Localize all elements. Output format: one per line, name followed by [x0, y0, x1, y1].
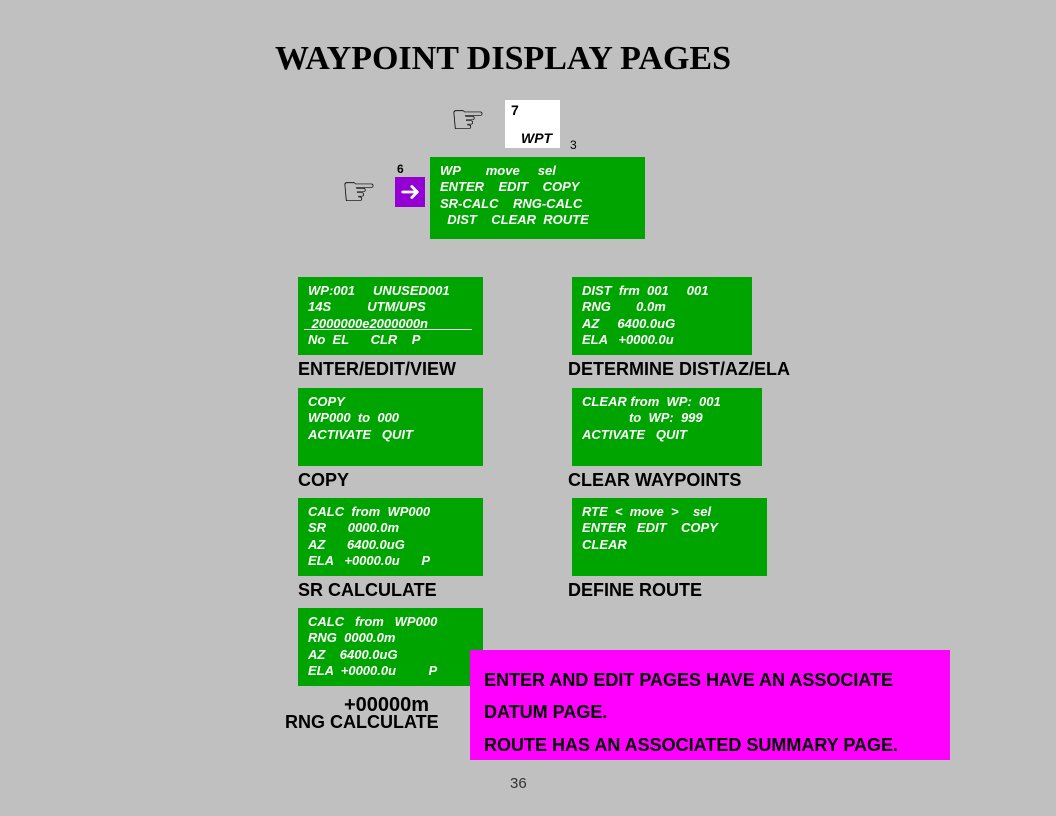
wpt-label: WPT: [521, 130, 552, 146]
panel-line: CALC from WP000: [308, 504, 473, 520]
menu-line: DIST CLEAR ROUTE: [440, 212, 635, 228]
note-line: ENTER AND EDIT PAGES HAVE AN ASSOCIATE: [484, 664, 936, 696]
menu-line: ENTER EDIT COPY: [440, 179, 635, 195]
panel-line: WP000 to 000: [308, 410, 473, 426]
enter-edit-caption: ENTER/EDIT/VIEW: [298, 359, 456, 380]
route-caption: DEFINE ROUTE: [568, 580, 702, 601]
wpt-digit: 7: [511, 102, 519, 118]
panel-line: RTE < move > sel: [582, 504, 757, 520]
enter-edit-panel: WP:001 UNUSED001 14S UTM/UPS 2000000e200…: [298, 277, 483, 355]
rng-calc-panel: CALC from WP000 RNG 0000.0m AZ 6400.0uG …: [298, 608, 483, 686]
panel-line: ELA +0000.0u P: [308, 553, 473, 569]
wp-menu-panel: WP move sel ENTER EDIT COPY SR-CALC RNG-…: [430, 157, 645, 239]
menu-line: SR-CALC RNG-CALC: [440, 196, 635, 212]
wpt-side-digit: 3: [570, 138, 577, 152]
menu-line: WP move sel: [440, 163, 635, 179]
panel-line: to WP: 999: [582, 410, 752, 426]
panel-line: 14S UTM/UPS: [308, 299, 473, 315]
note-box: ENTER AND EDIT PAGES HAVE AN ASSOCIATE D…: [470, 650, 950, 760]
sr-calc-caption: SR CALCULATE: [298, 580, 437, 601]
panel-line: AZ 6400.0uG: [308, 537, 473, 553]
panel-line: AZ 6400.0uG: [308, 647, 473, 663]
note-line: DATUM PAGE.: [484, 696, 936, 728]
wpt-key-box: 7 WPT: [505, 100, 560, 148]
clear-panel: CLEAR from WP: 001 to WP: 999 ACTIVATE Q…: [572, 388, 762, 466]
panel-line: COPY: [308, 394, 473, 410]
elevation-overlay: +00000m: [344, 694, 429, 717]
panel-line: CLEAR: [582, 537, 757, 553]
enter-key-digit: 6: [397, 162, 404, 176]
panel-line: WP:001 UNUSED001: [308, 283, 473, 299]
panel-line: RNG 0.0m: [582, 299, 742, 315]
panel-line: No EL CLR P: [308, 332, 473, 348]
sr-calc-panel: CALC from WP000 SR 0000.0m AZ 6400.0uG E…: [298, 498, 483, 576]
panel-line: ELA +0000.0u: [582, 332, 742, 348]
panel-line: AZ 6400.0uG: [582, 316, 742, 332]
copy-panel: COPY WP000 to 000 ACTIVATE QUIT: [298, 388, 483, 466]
route-panel: RTE < move > sel ENTER EDIT COPY CLEAR: [572, 498, 767, 576]
panel-line: ACTIVATE QUIT: [582, 427, 752, 443]
panel-line: CLEAR from WP: 001: [582, 394, 752, 410]
panel-line: ENTER EDIT COPY: [582, 520, 757, 536]
dist-caption: DETERMINE DIST/AZ/ELA: [568, 359, 790, 380]
page-title: WAYPOINT DISPLAY PAGES: [275, 40, 731, 78]
page-number: 36: [510, 775, 527, 792]
panel-line: SR 0000.0m: [308, 520, 473, 536]
dist-panel: DIST frm 001 001 RNG 0.0m AZ 6400.0uG EL…: [572, 277, 752, 355]
pointer-hand-icon: ☞: [341, 175, 385, 209]
enter-key-icon: [395, 177, 425, 207]
copy-caption: COPY: [298, 470, 349, 491]
divider: [304, 329, 472, 330]
note-line: ROUTE HAS AN ASSOCIATED SUMMARY PAGE.: [484, 729, 936, 761]
panel-line: CALC from WP000: [308, 614, 473, 630]
clear-caption: CLEAR WAYPOINTS: [568, 470, 741, 491]
panel-line: ACTIVATE QUIT: [308, 427, 473, 443]
panel-line: RNG 0000.0m: [308, 630, 473, 646]
panel-line: DIST frm 001 001: [582, 283, 742, 299]
pointer-hand-icon: ☞: [450, 103, 494, 137]
panel-line: ELA +0000.0u P: [308, 663, 473, 679]
